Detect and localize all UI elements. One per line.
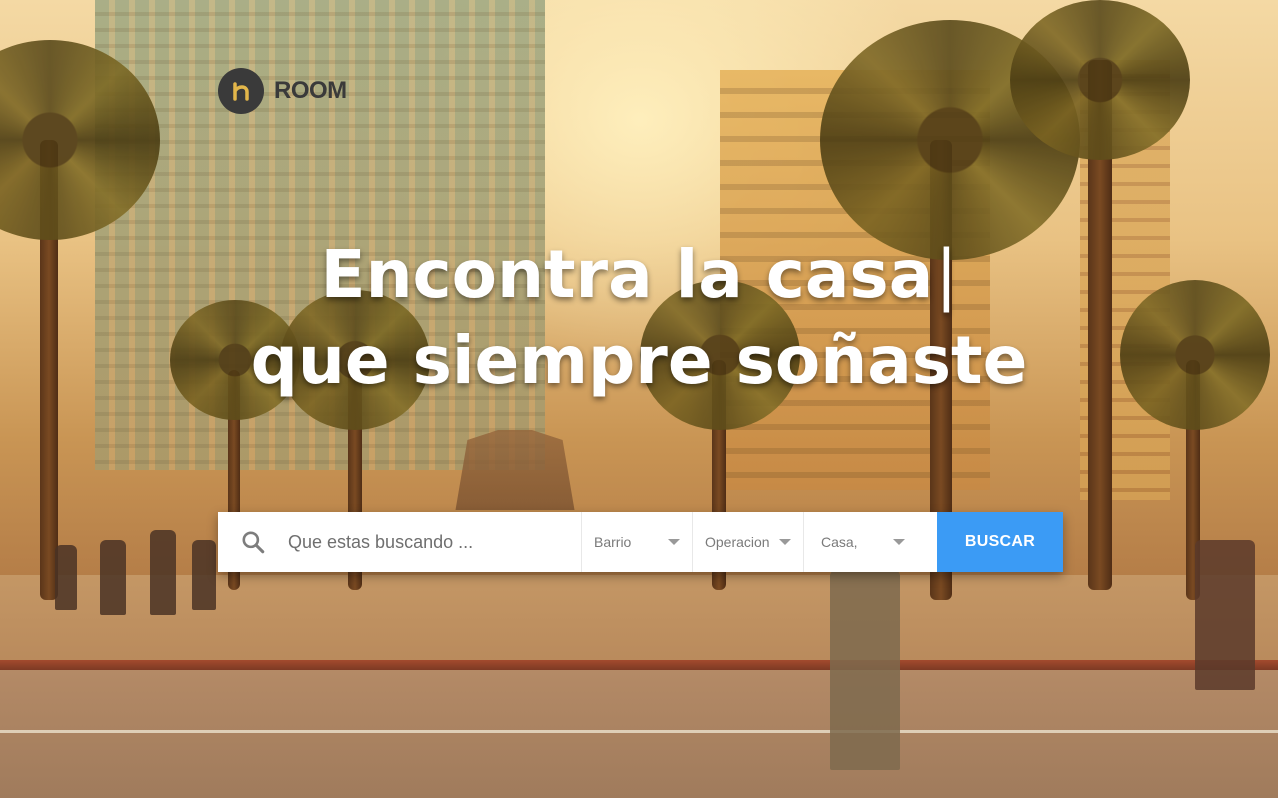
- search-icon[interactable]: [240, 529, 266, 555]
- chevron-down-icon: [779, 539, 791, 545]
- brand-name: ROOM: [274, 77, 347, 104]
- pedestrian: [192, 540, 216, 610]
- brand-logo[interactable]: ROOM: [218, 68, 347, 114]
- pedestrian: [830, 570, 900, 770]
- search-bar: Barrio Operacion Casa, BUSCAR: [218, 512, 1063, 572]
- tipo-dropdown-value: Casa,: [821, 534, 858, 550]
- headline-line-2: que siempre soñaste: [250, 322, 1028, 399]
- operacion-dropdown-value: Operacion: [705, 534, 770, 550]
- buscar-button[interactable]: BUSCAR: [937, 512, 1063, 572]
- chevron-down-icon: [668, 539, 680, 545]
- hero-headline: Encontra la casa| que siempre soñaste: [0, 232, 1278, 404]
- home-h-logo-icon: [218, 68, 264, 114]
- pedestrian: [100, 540, 126, 615]
- headline-line-1: Encontra la casa|: [0, 232, 1278, 318]
- typing-cursor: |: [935, 236, 958, 313]
- barrio-dropdown-value: Barrio: [594, 534, 632, 550]
- pedestrian: [1195, 540, 1255, 690]
- search-field: [218, 512, 581, 572]
- search-input[interactable]: [286, 530, 580, 554]
- operacion-dropdown[interactable]: Operacion: [692, 512, 803, 572]
- background-curb: [0, 660, 1278, 670]
- headline-line-1-text: Encontra la casa: [320, 236, 934, 313]
- background-street-line: [0, 730, 1278, 733]
- chevron-down-icon: [893, 539, 905, 545]
- pedestrian: [150, 530, 176, 615]
- pedestrian: [55, 545, 77, 610]
- barrio-dropdown[interactable]: Barrio: [581, 512, 692, 572]
- background-street: [0, 670, 1278, 798]
- tipo-dropdown[interactable]: Casa,: [803, 512, 937, 572]
